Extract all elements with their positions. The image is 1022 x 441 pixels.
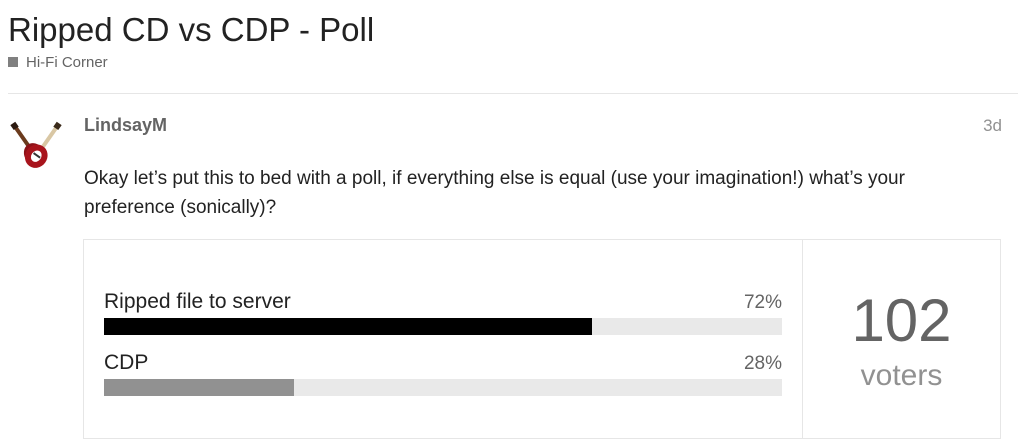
post-body-text: Okay let’s put this to bed with a poll, …: [84, 168, 905, 218]
voter-count: 102: [851, 287, 952, 354]
poll-option-bar: [104, 379, 294, 396]
post-username[interactable]: LindsayM: [84, 114, 167, 136]
post-date[interactable]: 3d: [983, 115, 1002, 137]
poll-option-percent: 72%: [743, 292, 782, 313]
poll-option-percent: 28%: [743, 353, 782, 374]
poll-option: CDP 28%: [104, 351, 782, 396]
poll-option-bar-track: [104, 318, 782, 335]
poll-option-bar-track: [104, 379, 782, 396]
category-badge[interactable]: Hi-Fi Corner: [8, 52, 108, 72]
avatar-image: [10, 121, 62, 168]
poll-option-label: Ripped file to server: [104, 290, 291, 313]
poll-option-label: CDP: [104, 351, 149, 374]
poll-container: Ripped file to server 72% CDP 28% 102 vo…: [83, 239, 1001, 439]
guitar-avatar-icon[interactable]: [8, 118, 64, 174]
poll-option-bar: [104, 318, 593, 335]
category-color-swatch: [8, 57, 18, 67]
poll-option: Ripped file to server 72%: [104, 290, 782, 335]
poll-voter-info: 102 voters: [803, 240, 1000, 438]
category-name: Hi-Fi Corner: [26, 53, 108, 71]
poll-results: Ripped file to server 72% CDP 28%: [84, 240, 803, 438]
voter-label: voters: [860, 359, 943, 392]
topic-title[interactable]: Ripped CD vs CDP - Poll: [8, 10, 374, 50]
topic-divider: [8, 93, 1018, 94]
